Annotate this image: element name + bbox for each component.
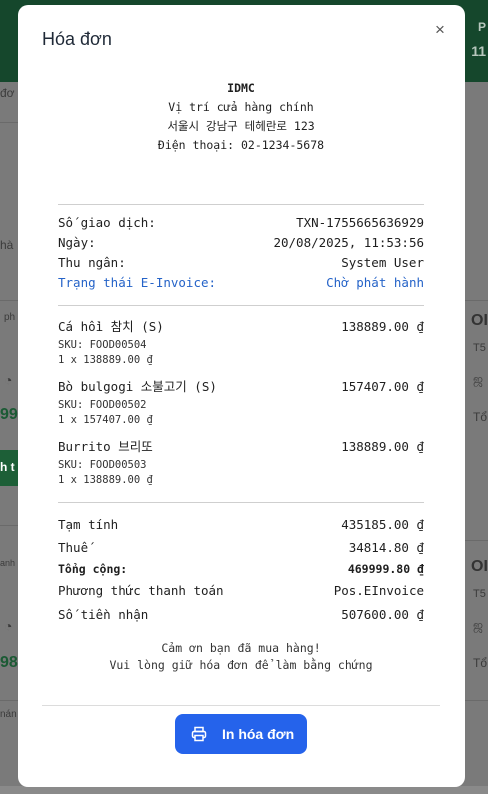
background-fragment: h t bbox=[0, 460, 15, 474]
cashier-value: System User bbox=[341, 255, 424, 270]
date-value: 20/08/2025, 11:53:56 bbox=[273, 235, 424, 250]
receipt-scroll-area[interactable]: IDMC Vị trí cửa hàng chính 서울시 강남구 테헤란로 … bbox=[42, 64, 440, 689]
invoice-modal: Hóa đơn × IDMC Vị trí cửa hàng chính 서울시… bbox=[18, 5, 465, 787]
cashier-label: Thu ngân: bbox=[58, 255, 126, 270]
store-phone: Điện thoại: 02-1234-5678 bbox=[157, 138, 325, 152]
modal-title: Hóa đơn bbox=[42, 29, 112, 49]
printer-icon bbox=[191, 726, 207, 742]
payment-method-label: Phương thức thanh toán bbox=[58, 583, 224, 598]
background-footer bbox=[0, 786, 488, 794]
subtotal-row: Tạm tính 435185.00 ₫ bbox=[58, 516, 424, 534]
store-address: 서울시 강남구 테헤란로 123 bbox=[167, 119, 315, 133]
background-divider bbox=[0, 700, 18, 701]
receipt-divider bbox=[58, 502, 424, 503]
item-quantity-line: 1 x 138889.00 ₫ bbox=[58, 474, 153, 486]
tax-value: 34814.80 ₫ bbox=[348, 540, 424, 555]
item-price: 138889.00 ₫ bbox=[341, 319, 424, 334]
background-fragment: đơ bbox=[0, 86, 15, 100]
tax-label: Thuế bbox=[58, 540, 89, 555]
background-divider bbox=[465, 700, 488, 701]
background-clock-icon: ◔ bbox=[4, 372, 13, 388]
background-header-number: 11 bbox=[471, 43, 486, 59]
transaction-row: Số giao dịch: TXN-1755665636929 bbox=[58, 214, 424, 232]
item-quantity-line: 1 x 157407.00 ₫ bbox=[58, 414, 153, 426]
item-name: Burrito 브리또 bbox=[58, 439, 153, 454]
item-quantity-line: 1 x 138889.00 ₫ bbox=[58, 354, 153, 366]
amount-received-value: 507600.00 ₫ bbox=[341, 607, 424, 622]
background-fragment: nán bbox=[0, 709, 17, 720]
modal-footer-divider bbox=[42, 705, 440, 706]
item-name: Cá hồi 참치 (S) bbox=[58, 319, 164, 334]
subtotal-label: Tạm tính bbox=[58, 517, 119, 532]
background-fragment: anh bbox=[0, 558, 16, 568]
einvoice-status-value: Chờ phát hành bbox=[326, 275, 424, 290]
cashier-row: Thu ngân: System User bbox=[58, 254, 424, 272]
background-fragment: 98 bbox=[0, 654, 18, 671]
background-fragment: ph bbox=[4, 312, 16, 323]
einvoice-status-label: Trạng thái E-Invoice: bbox=[58, 275, 217, 290]
keep-receipt-message: Vui lòng giữ hóa đơn để làm bằng chứng bbox=[109, 658, 373, 672]
store-name: IDMC bbox=[227, 81, 255, 95]
background-divider bbox=[465, 300, 488, 301]
item-price: 138889.00 ₫ bbox=[341, 439, 424, 454]
receipt-divider bbox=[58, 204, 424, 205]
payment-method-row: Phương thức thanh toán Pos.EInvoice bbox=[58, 582, 424, 600]
item-name: Bò bulgogi 소불고기 (S) bbox=[58, 379, 217, 394]
receipt: IDMC Vị trí cửa hàng chính 서울시 강남구 테헤란로 … bbox=[42, 64, 440, 689]
background-fragment: hà bbox=[0, 238, 14, 252]
total-label: Tổng cộng: bbox=[58, 562, 128, 576]
background-button: h t bbox=[0, 450, 18, 486]
background-divider bbox=[0, 525, 18, 526]
background-fragment: Tổ bbox=[473, 656, 488, 670]
einvoice-status-row: Trạng thái E-Invoice: Chờ phát hành bbox=[58, 274, 424, 292]
receipt-divider bbox=[58, 305, 424, 306]
close-button[interactable]: × bbox=[430, 20, 450, 40]
tax-row: Thuế 34814.80 ₫ bbox=[58, 539, 424, 557]
background-fragment: OI bbox=[471, 558, 488, 575]
thank-you-message: Cảm ơn bạn đã mua hàng! bbox=[161, 641, 321, 655]
date-row: Ngày: 20/08/2025, 11:53:56 bbox=[58, 234, 424, 252]
background-divider bbox=[0, 300, 18, 301]
close-icon: × bbox=[435, 20, 445, 39]
background-fragment: T5 bbox=[473, 342, 486, 354]
item-sku: SKU: FOOD00504 bbox=[58, 339, 147, 351]
store-subtitle: Vị trí cửa hàng chính bbox=[168, 100, 314, 114]
subtotal-value: 435185.00 ₫ bbox=[341, 517, 424, 532]
total-value: 469999.80 ₫ bbox=[347, 562, 424, 576]
background-fragment: Tổ bbox=[473, 410, 488, 424]
transaction-value: TXN-1755665636929 bbox=[296, 215, 424, 230]
print-button-label: In hóa đơn bbox=[222, 726, 295, 742]
item-price: 157407.00 ₫ bbox=[341, 379, 424, 394]
background-user-icon: ஜ bbox=[473, 372, 484, 386]
background-header-text: P bbox=[477, 20, 486, 34]
item-sku: SKU: FOOD00503 bbox=[58, 459, 147, 471]
background-clock-icon: ◔ bbox=[4, 618, 13, 634]
payment-method-value: Pos.EInvoice bbox=[333, 583, 424, 598]
print-invoice-button[interactable]: In hóa đơn bbox=[175, 714, 307, 754]
background-user-icon: ஜ bbox=[473, 618, 484, 632]
background-fragment: OI bbox=[471, 312, 488, 329]
background-divider bbox=[0, 122, 18, 123]
background-fragment: T5 bbox=[473, 588, 486, 600]
date-label: Ngày: bbox=[58, 235, 96, 250]
amount-received-label: Số tiền nhận bbox=[58, 607, 149, 622]
total-row: Tổng cộng: 469999.80 ₫ bbox=[58, 560, 424, 578]
amount-received-row: Số tiền nhận 507600.00 ₫ bbox=[58, 606, 424, 624]
item-sku: SKU: FOOD00502 bbox=[58, 399, 147, 411]
transaction-label: Số giao dịch: bbox=[58, 215, 156, 230]
background-fragment: 99 bbox=[0, 406, 18, 423]
background-divider bbox=[465, 540, 488, 541]
